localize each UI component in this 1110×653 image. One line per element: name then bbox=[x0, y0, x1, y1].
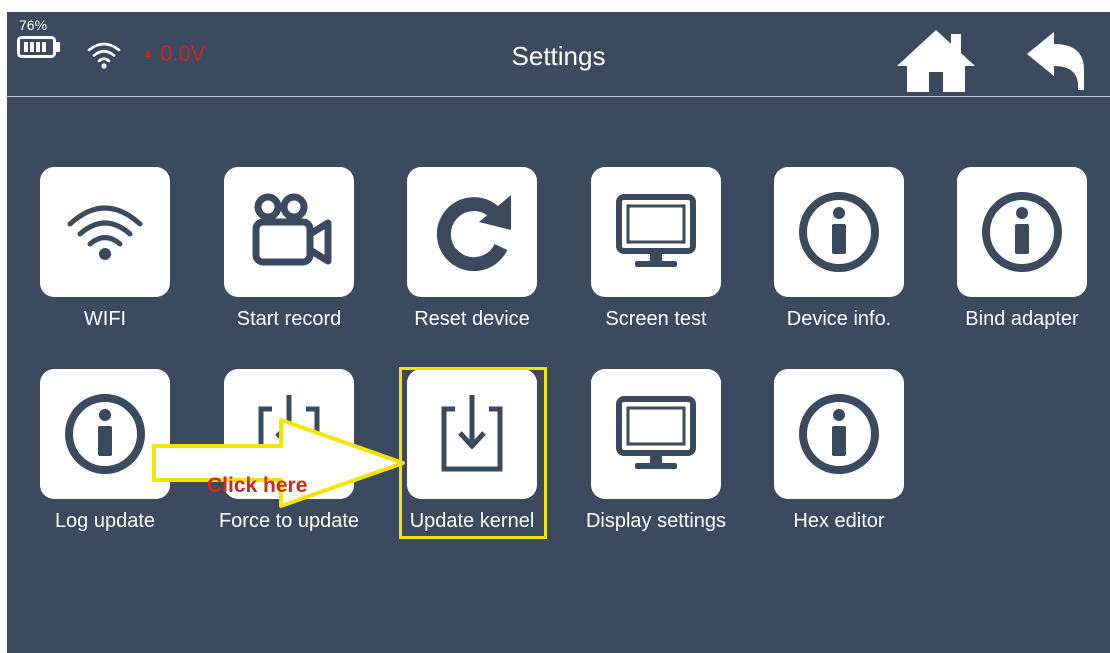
reset-device-tile[interactable] bbox=[407, 167, 537, 297]
bind-adapter-tile[interactable] bbox=[957, 167, 1087, 297]
back-arrow-icon bbox=[1027, 32, 1084, 90]
hex-editor-tile[interactable] bbox=[774, 369, 904, 499]
home-icon bbox=[897, 30, 975, 92]
battery-percent: 76% bbox=[19, 17, 48, 33]
info-icon bbox=[799, 394, 879, 474]
monitor-icon bbox=[616, 396, 696, 469]
update-kernel-highlight-box bbox=[399, 367, 547, 539]
info-icon bbox=[799, 192, 879, 272]
screen-test-label: Screen test bbox=[605, 308, 707, 330]
display-settings-label: Display settings bbox=[585, 510, 727, 532]
device-info-label: Device info. bbox=[786, 308, 892, 330]
click-here-text: Click here bbox=[207, 474, 308, 497]
display-settings-tile[interactable] bbox=[591, 369, 721, 499]
wifi-icon bbox=[67, 205, 143, 260]
screen-test-tile[interactable] bbox=[591, 167, 721, 297]
info-icon bbox=[982, 192, 1062, 272]
home-button[interactable] bbox=[895, 26, 977, 94]
back-button[interactable] bbox=[1024, 26, 1090, 94]
device-info-tile[interactable] bbox=[774, 167, 904, 297]
reset-device-label: Reset device bbox=[414, 308, 530, 330]
refresh-icon bbox=[436, 195, 511, 272]
wifi-label: WIFI bbox=[83, 308, 127, 330]
log-update-label: Log update bbox=[54, 510, 156, 532]
start-record-label: Start record bbox=[236, 308, 342, 330]
bind-adapter-label: Bind adapter bbox=[965, 308, 1079, 330]
top-bar: 76% ▲ 0.0V Settings bbox=[7, 12, 1110, 97]
hex-editor-label: Hex editor bbox=[793, 510, 885, 532]
force-to-update-label: Force to update bbox=[218, 510, 360, 532]
monitor-icon bbox=[616, 194, 696, 267]
wifi-tile[interactable] bbox=[40, 167, 170, 297]
start-record-tile[interactable] bbox=[224, 167, 354, 297]
settings-screen: 76% ▲ 0.0V Settings WIFI Start record Re… bbox=[7, 12, 1110, 653]
video-camera-icon bbox=[252, 193, 332, 266]
